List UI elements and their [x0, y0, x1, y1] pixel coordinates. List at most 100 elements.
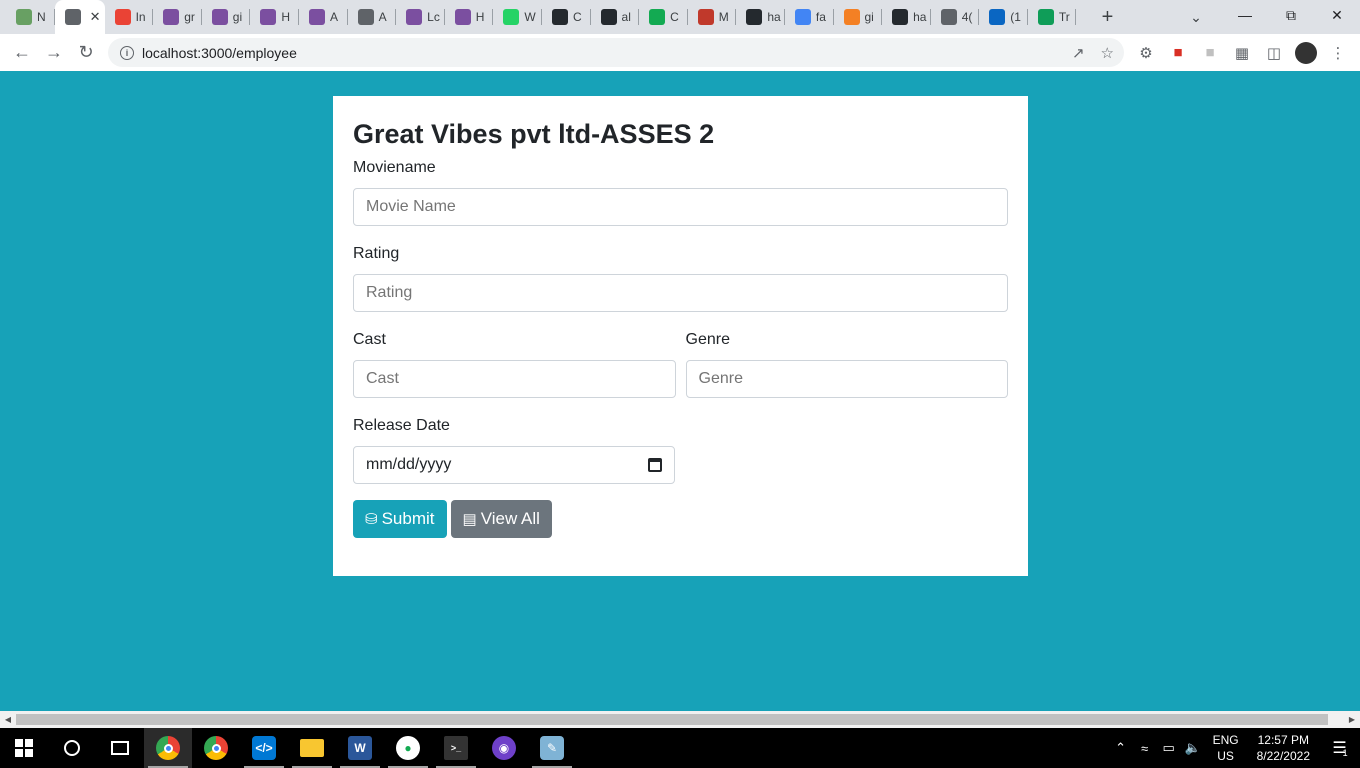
- tab-title: fa: [815, 10, 826, 24]
- bookmark-star-icon[interactable]: ☆: [1101, 44, 1114, 62]
- new-tab-button[interactable]: +: [1092, 0, 1122, 34]
- address-bar[interactable]: i localhost:3000/employee ↗ ☆: [108, 38, 1124, 67]
- terminal-icon: >_: [444, 736, 468, 760]
- browser-tab[interactable]: In: [105, 0, 154, 34]
- browser-tab[interactable]: ha: [882, 0, 931, 34]
- browser-tab[interactable]: C: [639, 0, 688, 34]
- word-icon: W: [348, 736, 372, 760]
- nodejs-icon: [16, 9, 32, 25]
- linkedin-icon: [989, 9, 1006, 25]
- chevron-up-icon[interactable]: ⌃: [1109, 740, 1133, 756]
- calendar-icon[interactable]: [648, 458, 662, 472]
- taskbar-mongodb-compass[interactable]: ●: [384, 728, 432, 768]
- side-panel-icon[interactable]: ◫: [1258, 38, 1290, 68]
- w-icon: [1037, 9, 1054, 25]
- start-button[interactable]: [0, 728, 48, 768]
- extensions-puzzle-icon[interactable]: ▦: [1226, 38, 1258, 68]
- github-icon: [892, 9, 909, 25]
- reload-button[interactable]: ↻: [70, 38, 102, 68]
- browser-tab[interactable]: gi: [202, 0, 251, 34]
- browser-tab[interactable]: Tr: [1028, 0, 1077, 34]
- browser-tab[interactable]: A: [348, 0, 397, 34]
- back-button[interactable]: ←: [6, 38, 38, 68]
- rating-input[interactable]: [353, 274, 1008, 312]
- genre-input[interactable]: [685, 360, 1008, 398]
- notification-center-button[interactable]: ☰ 1: [1320, 738, 1360, 758]
- browser-tab[interactable]: gr: [153, 0, 202, 34]
- menu-kebab-icon[interactable]: ⋮: [1322, 38, 1354, 68]
- taskbar-chrome-active[interactable]: [144, 728, 192, 768]
- browser-tab[interactable]: M: [688, 0, 737, 34]
- browser-tab[interactable]: H: [445, 0, 494, 34]
- volume-icon[interactable]: 🔈: [1181, 740, 1205, 756]
- globe-icon: [940, 9, 957, 25]
- release-date-input[interactable]: mm/dd/yyyy: [353, 446, 675, 484]
- taskbar-paint[interactable]: ✎: [528, 728, 576, 768]
- tab-title: Lc: [427, 10, 440, 24]
- taskbar-word[interactable]: W: [336, 728, 384, 768]
- taskbar-file-explorer[interactable]: [288, 728, 336, 768]
- moviename-input[interactable]: [353, 188, 1008, 226]
- language-indicator[interactable]: ENG US: [1213, 732, 1239, 764]
- close-window-button[interactable]: ✕: [1314, 0, 1360, 30]
- browser-tab[interactable]: C: [542, 0, 591, 34]
- tab-title: W: [524, 10, 536, 24]
- stackoverflow-icon: [843, 9, 860, 25]
- tab-title: C: [572, 10, 582, 24]
- submit-button[interactable]: ⛁ Submit: [353, 500, 447, 538]
- browser-tab[interactable]: A: [299, 0, 348, 34]
- window-controls: ⌄ — ⧉ ✕: [1190, 0, 1360, 34]
- browser-tab[interactable]: N: [6, 0, 55, 34]
- restore-button[interactable]: ⧉: [1268, 0, 1314, 30]
- database-icon: ⛁: [365, 511, 378, 528]
- scroll-left-arrow-icon[interactable]: ◀: [0, 711, 16, 728]
- clock[interactable]: 12:57 PM 8/22/2022: [1257, 732, 1310, 764]
- scroll-right-arrow-icon[interactable]: ▶: [1344, 711, 1360, 728]
- browser-tab[interactable]: al: [591, 0, 640, 34]
- file-explorer-icon: [300, 739, 324, 757]
- browser-tab[interactable]: fa: [785, 0, 834, 34]
- profile-avatar[interactable]: [1290, 38, 1322, 68]
- horizontal-scrollbar[interactable]: ◀ ▶: [0, 711, 1360, 728]
- browser-tab[interactable]: W: [493, 0, 542, 34]
- browser-tab[interactable]: gi: [834, 0, 883, 34]
- battery-icon[interactable]: ▭: [1157, 740, 1181, 756]
- taskbar-vscode[interactable]: </>: [240, 728, 288, 768]
- mongodb-compass-icon: ●: [396, 736, 420, 760]
- network-icon[interactable]: ≈: [1133, 741, 1157, 756]
- region-code: US: [1217, 749, 1234, 763]
- extension-gray-icon[interactable]: ■: [1194, 38, 1226, 68]
- tab-title: 4(: [961, 10, 973, 24]
- page-viewport: Great Vibes pvt ltd-ASSES 2 Moviename Ra…: [0, 71, 1360, 711]
- tab-title: Tr: [1058, 10, 1070, 24]
- minimize-button[interactable]: —: [1222, 0, 1268, 30]
- tab-title: M: [718, 10, 729, 24]
- url-text[interactable]: localhost:3000/employee: [142, 45, 297, 61]
- page-title: Great Vibes pvt ltd-ASSES 2: [353, 119, 715, 149]
- taskbar-terminal[interactable]: >_: [432, 728, 480, 768]
- tab-title: H: [475, 10, 485, 24]
- search-button[interactable]: [48, 728, 96, 768]
- tab-close-icon[interactable]: ✕: [90, 9, 101, 25]
- forward-button[interactable]: →: [38, 38, 70, 68]
- browser-tab[interactable]: ✕: [54, 0, 105, 34]
- view-all-button[interactable]: ▤ View All: [450, 500, 552, 538]
- taskbar-chrome[interactable]: [192, 728, 240, 768]
- site-info-icon[interactable]: i: [120, 45, 134, 60]
- gmail-icon: [114, 9, 131, 25]
- scrollbar-thumb[interactable]: [16, 714, 1328, 725]
- browser-tab[interactable]: 4(: [931, 0, 980, 34]
- extension-red-icon[interactable]: ■: [1162, 38, 1194, 68]
- browser-tab[interactable]: (1: [979, 0, 1028, 34]
- task-view-button[interactable]: [96, 728, 144, 768]
- genre-label: Genre: [685, 331, 730, 348]
- tab-title: gi: [232, 10, 243, 24]
- browser-tab[interactable]: Lc: [396, 0, 445, 34]
- extension-bike-icon[interactable]: ⚙: [1130, 38, 1162, 68]
- cast-input[interactable]: [353, 360, 676, 398]
- tab-search-chevron-icon[interactable]: ⌄: [1176, 0, 1216, 34]
- taskbar-github-desktop[interactable]: ◉: [480, 728, 528, 768]
- browser-tab[interactable]: H: [250, 0, 299, 34]
- browser-tab[interactable]: ha: [736, 0, 785, 34]
- share-icon[interactable]: ↗: [1072, 44, 1085, 62]
